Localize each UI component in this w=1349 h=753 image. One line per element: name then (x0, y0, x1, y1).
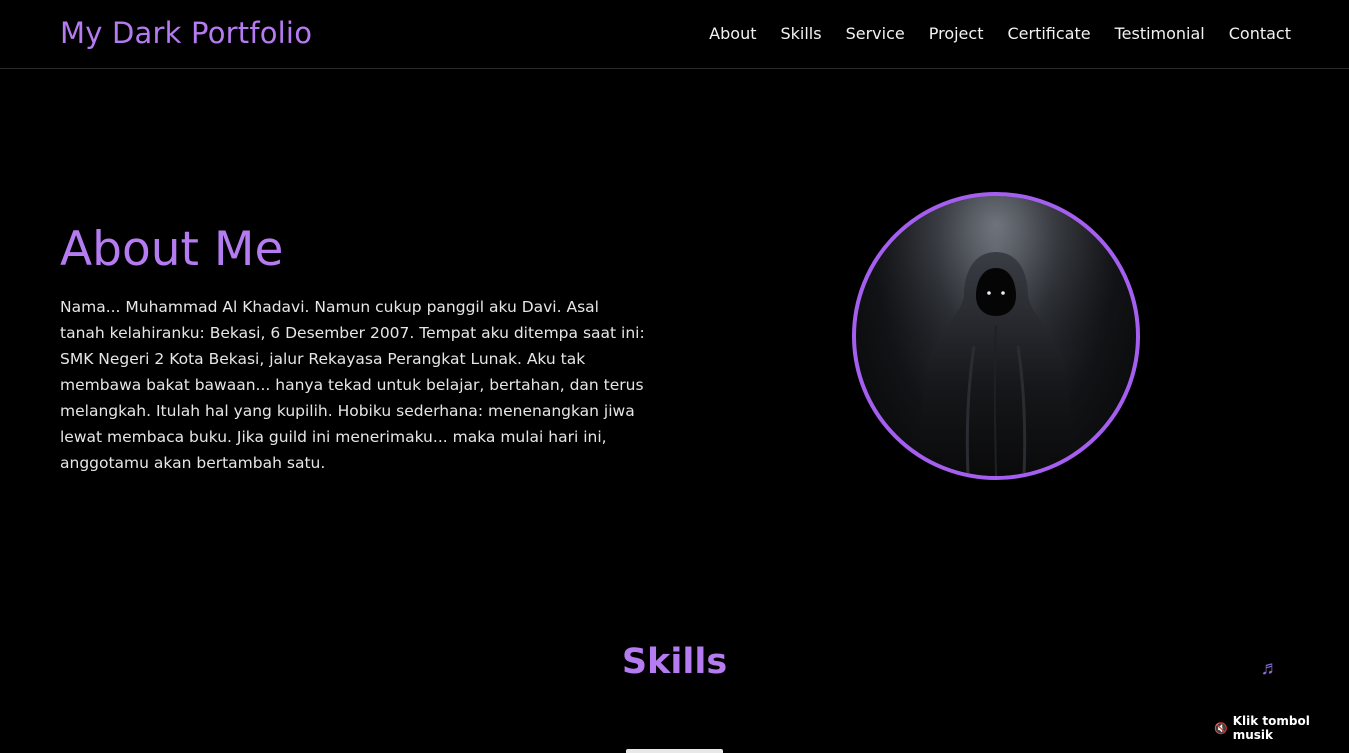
main-nav: About Skills Service Project Certificate… (709, 24, 1291, 43)
nav-project[interactable]: Project (929, 24, 984, 43)
page: My Dark Portfolio About Skills Service P… (0, 0, 1349, 753)
brand-title[interactable]: My Dark Portfolio (60, 16, 312, 50)
nav-testimonial[interactable]: Testimonial (1115, 24, 1205, 43)
music-hint-label: Klik tombol musik (1232, 714, 1310, 742)
site-header: My Dark Portfolio About Skills Service P… (0, 0, 1349, 69)
about-description: Nama... Muhammad Al Khadavi. Namun cukup… (60, 298, 645, 472)
speaker-muted-icon: 🔇 (1214, 721, 1228, 735)
nav-certificate[interactable]: Certificate (1007, 24, 1090, 43)
skills-card-peek (626, 749, 723, 753)
profile-portrait (852, 192, 1140, 480)
music-note-icon[interactable]: ♬ (1260, 659, 1280, 679)
nav-skills[interactable]: Skills (780, 24, 821, 43)
nav-about[interactable]: About (709, 24, 756, 43)
nav-contact[interactable]: Contact (1229, 24, 1291, 43)
skills-title: Skills (621, 642, 728, 682)
nav-service[interactable]: Service (846, 24, 905, 43)
music-hint: 🔇 Klik tombol musik (1214, 714, 1349, 742)
hooded-figure-image (856, 196, 1136, 476)
about-title: About Me (60, 222, 284, 277)
